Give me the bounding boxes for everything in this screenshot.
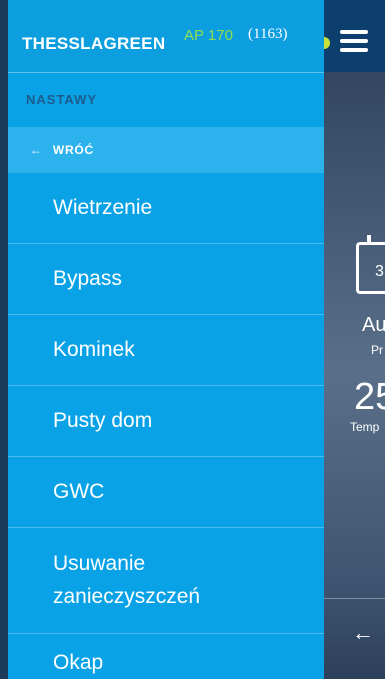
drawer-edge	[0, 0, 8, 679]
back-button[interactable]: ← WRÓĆ	[8, 127, 324, 173]
navigation-drawer: THESSLAGREEN AP 170 (1163) NASTAWY ← WRÓĆ…	[8, 0, 324, 679]
menu-item-usuwanie-zanieczyszczen[interactable]: Usuwanie zanieczyszczeń	[8, 528, 324, 634]
menu-item-label: Okap	[53, 651, 104, 674]
menu-item-gwc[interactable]: GWC	[8, 457, 324, 528]
menu-item-pusty-dom[interactable]: Pusty dom	[8, 386, 324, 457]
menu-item-label: Wietrzenie	[53, 196, 153, 219]
section-title: NASTAWY	[8, 73, 324, 127]
menu-item-kominek[interactable]: Kominek	[8, 315, 324, 386]
menu-item-bypass[interactable]: Bypass	[8, 244, 324, 315]
menu-item-label: Usuwanie zanieczyszczeń	[53, 551, 201, 608]
device-count: (1163)	[248, 26, 288, 42]
menu-item-label: Kominek	[53, 338, 135, 361]
temperature-value: 25	[354, 376, 385, 418]
menu-item-label: Pusty dom	[53, 409, 153, 432]
back-label: WRÓĆ	[52, 143, 95, 157]
divider	[324, 598, 385, 599]
back-arrow-icon[interactable]: ←	[352, 620, 374, 646]
brand-name: THESSLAGREEN	[22, 34, 166, 53]
drawer-header: THESSLAGREEN AP 170 (1163)	[8, 0, 324, 73]
menu-item-label: GWC	[53, 480, 105, 503]
hamburger-menu-icon[interactable]	[340, 30, 368, 56]
device-model: AP 170	[184, 27, 233, 44]
temperature-label: Temp	[350, 420, 380, 434]
calendar-icon: 3	[356, 235, 385, 294]
back-chevron-icon: ←	[30, 143, 43, 157]
mode-sublabel: Pr	[371, 343, 383, 357]
menu-item-wietrzenie[interactable]: Wietrzenie	[8, 173, 324, 244]
menu-item-label: Bypass	[53, 267, 122, 290]
calendar-digit: 3	[375, 263, 384, 280]
menu-item-okap[interactable]: Okap	[8, 634, 324, 679]
mode-label: Au	[362, 314, 385, 336]
